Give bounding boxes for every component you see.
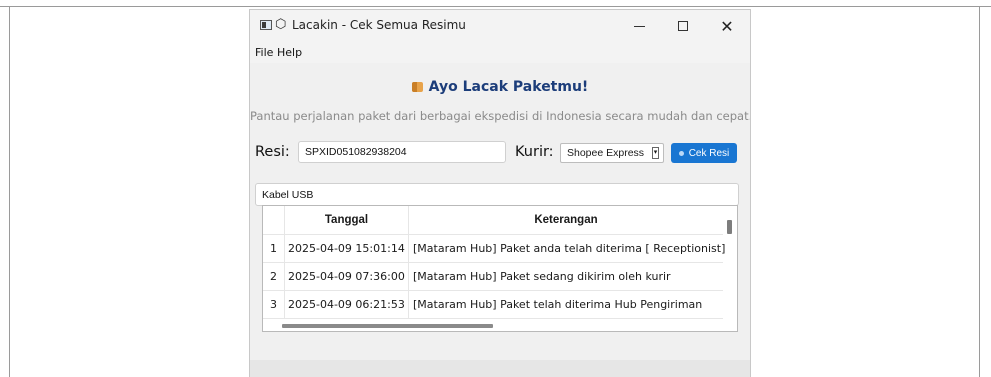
row-date: 2025-04-09 15:01:14 (285, 235, 409, 262)
header-keterangan[interactable]: Keterangan (409, 206, 723, 234)
resi-input-value: SPXID051082938204 (305, 146, 407, 158)
table-header: Tanggal Keterangan (263, 206, 723, 235)
row-index: 2 (263, 263, 285, 290)
row-description: [Mataram Hub] Paket anda telah diterima … (413, 242, 726, 255)
kurir-select-value: Shopee Express (567, 147, 645, 159)
page-subtitle: Pantau perjalanan paket dari berbagai ek… (250, 109, 751, 123)
status-bar (250, 360, 750, 377)
row-description: [Mataram Hub] Paket sedang dikirim oleh … (413, 270, 671, 283)
main-content: Ayo Lacak Paketmu! Pantau perjalanan pak… (250, 63, 750, 377)
item-note-input[interactable]: Kabel USB (255, 183, 739, 206)
resi-label: Resi: (255, 144, 290, 160)
cek-resi-label: Cek Resi (688, 147, 730, 159)
row-date: 2025-04-09 07:36:00 (285, 263, 409, 290)
menu-help[interactable]: Help (277, 46, 302, 59)
document-frame-top (0, 6, 991, 7)
row-index: 3 (263, 291, 285, 318)
resi-input[interactable]: SPXID051082938204 (298, 141, 506, 163)
window-title: Lacakin - Cek Semua Resimu (292, 18, 466, 32)
kurir-select[interactable]: Shopee Express ▾ (560, 143, 664, 163)
menu-bar: File Help (250, 43, 750, 63)
corner-cell (263, 206, 285, 234)
app-window: ⬡ Lacakin - Cek Semua Resimu ✕ File Help… (249, 9, 751, 377)
page-title-text: Ayo Lacak Paketmu! (428, 79, 589, 95)
maximize-button[interactable] (662, 10, 704, 42)
close-icon: ✕ (720, 16, 734, 36)
search-icon (678, 150, 684, 156)
table-row[interactable]: 3 2025-04-09 06:21:53 [Mataram Hub] Pake… (263, 291, 723, 319)
title-bar[interactable]: ⬡ Lacakin - Cek Semua Resimu ✕ (250, 10, 750, 42)
header-tanggal[interactable]: Tanggal (285, 206, 409, 234)
vertical-scrollbar-thumb[interactable] (727, 220, 732, 234)
cek-resi-button[interactable]: Cek Resi (671, 143, 737, 163)
package-icon (411, 82, 423, 92)
minimize-icon (633, 25, 645, 27)
minimize-button[interactable] (618, 10, 660, 42)
table-row[interactable]: 2 2025-04-09 07:36:00 [Mataram Hub] Pake… (263, 263, 723, 291)
row-date: 2025-04-09 06:21:53 (285, 291, 409, 318)
app-icon (260, 20, 272, 30)
menu-file[interactable]: File (255, 46, 273, 59)
tracking-table[interactable]: Tanggal Keterangan 1 2025-04-09 15:01:14… (262, 205, 738, 332)
table-row[interactable]: 1 2025-04-09 15:01:14 [Mataram Hub] Pake… (263, 235, 726, 263)
close-button[interactable]: ✕ (706, 10, 748, 42)
item-note-value: Kabel USB (262, 188, 314, 201)
kurir-label: Kurir: (515, 144, 554, 160)
row-index: 1 (263, 235, 285, 262)
row-description: [Mataram Hub] Paket telah diterima Hub P… (413, 298, 703, 311)
page-title: Ayo Lacak Paketmu! (250, 79, 750, 95)
maximize-icon (678, 21, 688, 31)
chevron-down-icon: ▾ (652, 147, 659, 159)
document-frame-right (979, 6, 980, 377)
document-frame-left (9, 6, 10, 377)
package-icon: ⬡ (275, 17, 287, 32)
horizontal-scrollbar-thumb[interactable] (282, 324, 493, 328)
